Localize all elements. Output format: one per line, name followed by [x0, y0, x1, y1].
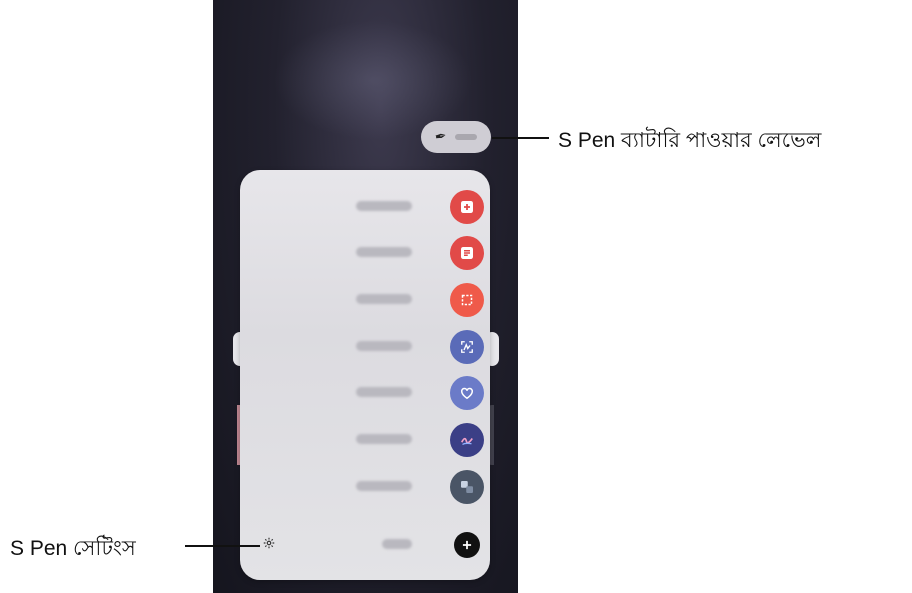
- menu-item-create-note[interactable]: [240, 187, 490, 227]
- battery-level-label: [454, 134, 477, 140]
- translate-icon[interactable]: [450, 470, 484, 504]
- menu-item-label: [356, 201, 412, 211]
- ar-doodle-icon[interactable]: [450, 423, 484, 457]
- smart-select-icon[interactable]: [450, 283, 484, 317]
- settings-gear-icon[interactable]: [261, 535, 277, 551]
- live-messages-icon[interactable]: [450, 376, 484, 410]
- s-pen-battery-indicator: ✒: [421, 121, 491, 153]
- add-icon[interactable]: [454, 532, 480, 558]
- menu-item-label: [356, 294, 412, 304]
- screen-write-icon[interactable]: [450, 330, 484, 364]
- menu-item-label: [356, 387, 412, 397]
- battery-callout-line: [492, 137, 549, 139]
- menu-item-label: [356, 247, 412, 257]
- menu-item-ar-doodle[interactable]: [240, 420, 490, 460]
- create-note-icon[interactable]: [450, 190, 484, 224]
- menu-item-screen-write[interactable]: [240, 327, 490, 367]
- menu-item-label: [356, 434, 412, 444]
- air-command-panel: [240, 170, 490, 580]
- s-pen-icon: ✒: [433, 128, 449, 146]
- view-all-notes-icon[interactable]: [450, 236, 484, 270]
- menu-item-view-all-notes[interactable]: [240, 233, 490, 273]
- menu-item-translate[interactable]: [240, 467, 490, 507]
- menu-item-label: [382, 539, 412, 549]
- phone-screen: ✒: [213, 0, 518, 593]
- settings-callout-line: [185, 545, 260, 547]
- menu-item-add[interactable]: [240, 525, 490, 565]
- menu-item-live-messages[interactable]: [240, 373, 490, 413]
- battery-callout-label: S Pen ব্যাটারি পাওয়ার লেভেল: [558, 129, 822, 152]
- settings-callout-label: S Pen সেটিংস: [10, 537, 136, 560]
- menu-item-label: [356, 481, 412, 491]
- menu-item-smart-select[interactable]: [240, 280, 490, 320]
- menu-item-label: [356, 341, 412, 351]
